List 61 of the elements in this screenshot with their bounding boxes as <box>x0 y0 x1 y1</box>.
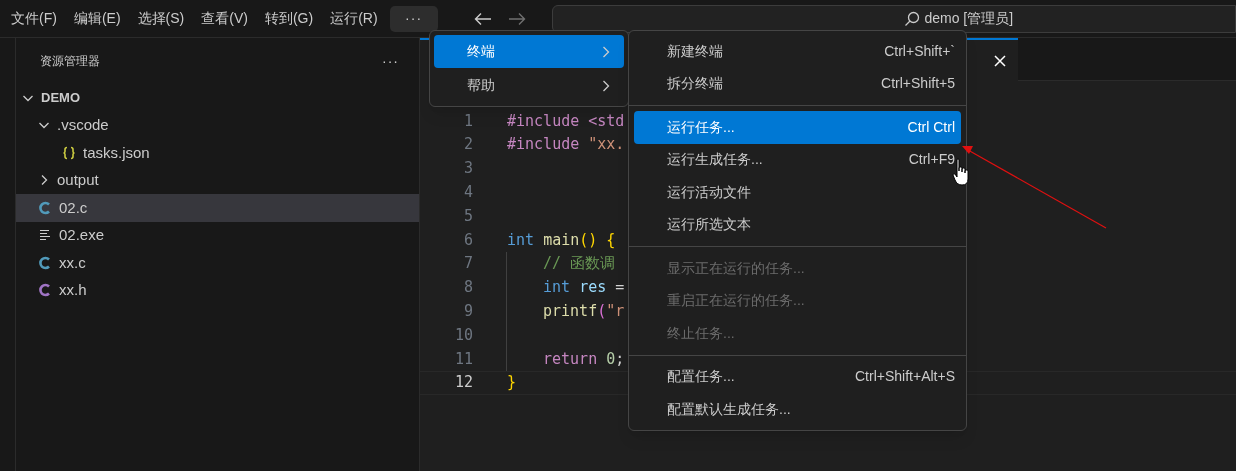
c-file-icon <box>38 255 52 270</box>
code-line: int main() { <box>507 229 616 251</box>
tree-item[interactable]: xx.c <box>16 249 419 277</box>
submenu-chevron-icon <box>602 79 610 92</box>
menu-item[interactable]: 运行任务... Ctrl Ctrl <box>634 111 961 144</box>
menu-item[interactable]: 编辑(E) <box>65 5 129 32</box>
menu-item[interactable]: 终端 <box>434 35 624 68</box>
line-number: 5 <box>462 205 473 227</box>
menu-item: 终止任务... <box>666 323 736 343</box>
code-line: printf("r <box>543 301 625 322</box>
menu-item[interactable]: 新建终端 Ctrl+Shift+` <box>634 35 961 68</box>
tree-item[interactable]: 02.c <box>16 194 419 222</box>
tree-item[interactable]: tasks.json <box>16 139 419 167</box>
explorer-title: 资源管理器 <box>40 53 100 70</box>
line-number: 7 <box>462 253 473 275</box>
menu-item: 显示正在运行的任务... <box>666 258 806 278</box>
menu-item[interactable]: 配置任务... Ctrl+Shift+Alt+S <box>634 360 961 393</box>
line-number: 10 <box>453 324 473 346</box>
line-number: 6 <box>462 229 473 251</box>
menu-item[interactable]: 运行活动文件 <box>634 176 961 209</box>
search-field[interactable]: demo [管理员] <box>551 4 1236 33</box>
braces-icon <box>62 145 76 160</box>
code-line: // 函数调 <box>543 253 616 275</box>
tree-item[interactable]: xx.h <box>16 276 419 304</box>
tree-item[interactable]: DEMO <box>16 84 419 112</box>
menu-item[interactable]: 查看(V) <box>193 5 256 32</box>
menu-item[interactable]: 运行所选文本 <box>634 208 961 241</box>
menu-item[interactable]: 拆分终端 Ctrl+Shift+5 <box>634 67 961 100</box>
tree-item[interactable]: .vscode <box>16 111 419 139</box>
line-number: 11 <box>453 348 473 370</box>
menu-item[interactable]: 转到(G) <box>256 5 322 32</box>
c-file-icon <box>38 200 52 215</box>
line-number: 9 <box>462 301 473 322</box>
line-number: 2 <box>462 134 473 156</box>
back-arrow-icon[interactable] <box>473 11 492 26</box>
lines-file-icon <box>38 228 52 243</box>
menu-item[interactable]: 运行(R) <box>322 5 386 32</box>
menu-item[interactable]: 选择(S) <box>129 5 193 32</box>
c-header-file-icon <box>38 283 52 298</box>
code-line: } <box>507 372 517 394</box>
search-icon <box>904 10 921 27</box>
menu-item: 重启正在运行的任务... <box>666 291 806 311</box>
line-number: 1 <box>462 110 473 132</box>
more-menu-button[interactable]: ··· <box>389 5 438 32</box>
code-line: return 0; <box>543 348 625 370</box>
more-actions-button[interactable]: ··· <box>382 50 399 72</box>
line-number: 8 <box>462 277 473 299</box>
menu-item[interactable]: 帮助 <box>434 69 624 102</box>
code-line: #include "xx. <box>507 134 625 156</box>
forward-arrow-icon[interactable] <box>507 11 526 26</box>
close-icon[interactable] <box>994 54 1006 67</box>
line-number: 4 <box>462 182 473 204</box>
line-number: 3 <box>462 158 473 180</box>
submenu-chevron-icon <box>602 45 610 58</box>
code-line: int res = <box>543 277 625 299</box>
menu-item[interactable]: 文件(F) <box>3 5 65 32</box>
tree-item[interactable]: 02.exe <box>16 221 419 249</box>
code-line: #include <std <box>507 110 625 132</box>
line-number: 12 <box>453 372 473 394</box>
tree-item[interactable]: output <box>16 166 419 194</box>
menu-item[interactable]: 配置默认生成任务... <box>634 393 961 426</box>
